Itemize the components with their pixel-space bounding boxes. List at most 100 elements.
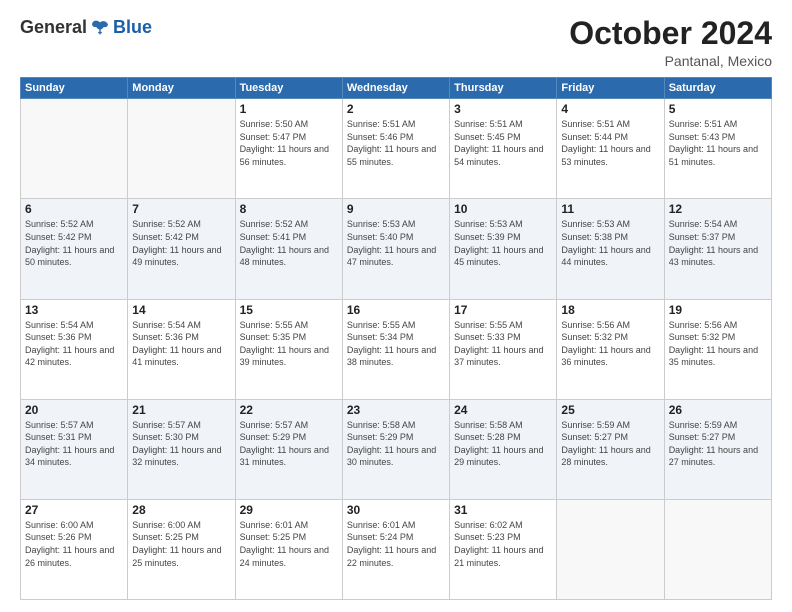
calendar-cell: 13 Sunrise: 5:54 AM Sunset: 5:36 PM Dayli… [21,299,128,399]
logo-bird-icon [89,16,111,38]
day-number: 7 [132,202,230,216]
day-number: 1 [240,102,338,116]
day-info: Sunrise: 5:52 AM Sunset: 5:42 PM Dayligh… [132,218,230,268]
day-info: Sunrise: 5:52 AM Sunset: 5:42 PM Dayligh… [25,218,123,268]
calendar-cell: 6 Sunrise: 5:52 AM Sunset: 5:42 PM Daylig… [21,199,128,299]
day-info: Sunrise: 5:51 AM Sunset: 5:46 PM Dayligh… [347,118,445,168]
day-number: 2 [347,102,445,116]
calendar-cell: 23Sunrise: 5:58 AM Sunset: 5:29 PM Dayli… [342,399,449,499]
day-info: Sunrise: 5:59 AM Sunset: 5:27 PM Dayligh… [561,419,659,469]
location: Pantanal, Mexico [569,53,772,69]
day-number: 6 [25,202,123,216]
calendar-cell: 9Sunrise: 5:53 AM Sunset: 5:40 PM Daylig… [342,199,449,299]
day-number: 8 [240,202,338,216]
calendar-cell: 12Sunrise: 5:54 AM Sunset: 5:37 PM Dayli… [664,199,771,299]
calendar-week-row: 6 Sunrise: 5:52 AM Sunset: 5:42 PM Daylig… [21,199,772,299]
logo-blue-text: Blue [113,17,152,38]
weekday-header-thursday: Thursday [450,78,557,99]
calendar-cell: 1 Sunrise: 5:50 AM Sunset: 5:47 PM Daylig… [235,99,342,199]
weekday-header-tuesday: Tuesday [235,78,342,99]
day-info: Sunrise: 5:51 AM Sunset: 5:43 PM Dayligh… [669,118,767,168]
day-info: Sunrise: 5:54 AM Sunset: 5:36 PM Dayligh… [25,319,123,369]
calendar-cell: 16 Sunrise: 5:55 AM Sunset: 5:34 PM Dayli… [342,299,449,399]
day-info: Sunrise: 5:58 AM Sunset: 5:28 PM Dayligh… [454,419,552,469]
calendar-cell: 7 Sunrise: 5:52 AM Sunset: 5:42 PM Daylig… [128,199,235,299]
title-section: October 2024 Pantanal, Mexico [569,16,772,69]
calendar-cell: 30 Sunrise: 6:01 AM Sunset: 5:24 PM Dayli… [342,499,449,599]
day-number: 26 [669,403,767,417]
calendar-cell: 31Sunrise: 6:02 AM Sunset: 5:23 PM Dayli… [450,499,557,599]
day-number: 15 [240,303,338,317]
day-info: Sunrise: 5:59 AM Sunset: 5:27 PM Dayligh… [669,419,767,469]
day-info: Sunrise: 5:57 AM Sunset: 5:29 PM Dayligh… [240,419,338,469]
day-number: 5 [669,102,767,116]
calendar-cell: 19 Sunrise: 5:56 AM Sunset: 5:32 PM Dayli… [664,299,771,399]
calendar-cell: 17Sunrise: 5:55 AM Sunset: 5:33 PM Dayli… [450,299,557,399]
calendar-cell: 21Sunrise: 5:57 AM Sunset: 5:30 PM Dayli… [128,399,235,499]
day-info: Sunrise: 5:56 AM Sunset: 5:32 PM Dayligh… [669,319,767,369]
day-number: 10 [454,202,552,216]
calendar-cell: 24 Sunrise: 5:58 AM Sunset: 5:28 PM Dayli… [450,399,557,499]
day-info: Sunrise: 6:00 AM Sunset: 5:25 PM Dayligh… [132,519,230,569]
day-number: 14 [132,303,230,317]
day-number: 20 [25,403,123,417]
day-number: 3 [454,102,552,116]
day-info: Sunrise: 5:54 AM Sunset: 5:36 PM Dayligh… [132,319,230,369]
weekday-header-monday: Monday [128,78,235,99]
day-info: Sunrise: 5:53 AM Sunset: 5:39 PM Dayligh… [454,218,552,268]
day-number: 12 [669,202,767,216]
logo: General Blue [20,16,152,38]
day-info: Sunrise: 5:56 AM Sunset: 5:32 PM Dayligh… [561,319,659,369]
day-number: 13 [25,303,123,317]
calendar-cell: 3Sunrise: 5:51 AM Sunset: 5:45 PM Daylig… [450,99,557,199]
day-info: Sunrise: 5:57 AM Sunset: 5:31 PM Dayligh… [25,419,123,469]
day-number: 27 [25,503,123,517]
day-info: Sunrise: 6:00 AM Sunset: 5:26 PM Dayligh… [25,519,123,569]
calendar-week-row: 27 Sunrise: 6:00 AM Sunset: 5:26 PM Dayli… [21,499,772,599]
logo-general-text: General [20,17,87,38]
day-number: 28 [132,503,230,517]
day-number: 4 [561,102,659,116]
day-info: Sunrise: 5:53 AM Sunset: 5:38 PM Dayligh… [561,218,659,268]
calendar-cell [557,499,664,599]
day-info: Sunrise: 6:02 AM Sunset: 5:23 PM Dayligh… [454,519,552,569]
calendar-cell [21,99,128,199]
day-info: Sunrise: 5:55 AM Sunset: 5:35 PM Dayligh… [240,319,338,369]
calendar-cell: 22 Sunrise: 5:57 AM Sunset: 5:29 PM Dayli… [235,399,342,499]
calendar-cell: 11 Sunrise: 5:53 AM Sunset: 5:38 PM Dayli… [557,199,664,299]
calendar-week-row: 20 Sunrise: 5:57 AM Sunset: 5:31 PM Dayli… [21,399,772,499]
calendar-cell: 29Sunrise: 6:01 AM Sunset: 5:25 PM Dayli… [235,499,342,599]
day-info: Sunrise: 5:50 AM Sunset: 5:47 PM Dayligh… [240,118,338,168]
day-info: Sunrise: 5:55 AM Sunset: 5:33 PM Dayligh… [454,319,552,369]
day-number: 24 [454,403,552,417]
day-info: Sunrise: 6:01 AM Sunset: 5:24 PM Dayligh… [347,519,445,569]
header: General Blue October 2024 Pantanal, Mexi… [20,16,772,69]
calendar-cell: 4Sunrise: 5:51 AM Sunset: 5:44 PM Daylig… [557,99,664,199]
day-number: 30 [347,503,445,517]
day-number: 25 [561,403,659,417]
month-title: October 2024 [569,16,772,51]
calendar-cell: 10 Sunrise: 5:53 AM Sunset: 5:39 PM Dayli… [450,199,557,299]
calendar-cell: 27 Sunrise: 6:00 AM Sunset: 5:26 PM Dayli… [21,499,128,599]
calendar-cell: 15 Sunrise: 5:55 AM Sunset: 5:35 PM Dayli… [235,299,342,399]
calendar-cell: 25 Sunrise: 5:59 AM Sunset: 5:27 PM Dayli… [557,399,664,499]
calendar-table: SundayMondayTuesdayWednesdayThursdayFrid… [20,77,772,600]
calendar-cell: 5 Sunrise: 5:51 AM Sunset: 5:43 PM Daylig… [664,99,771,199]
calendar-cell: 8Sunrise: 5:52 AM Sunset: 5:41 PM Daylig… [235,199,342,299]
calendar-week-row: 13 Sunrise: 5:54 AM Sunset: 5:36 PM Dayli… [21,299,772,399]
weekday-header-friday: Friday [557,78,664,99]
calendar-week-row: 1 Sunrise: 5:50 AM Sunset: 5:47 PM Daylig… [21,99,772,199]
day-number: 11 [561,202,659,216]
day-info: Sunrise: 5:55 AM Sunset: 5:34 PM Dayligh… [347,319,445,369]
calendar-cell [664,499,771,599]
calendar-cell: 14 Sunrise: 5:54 AM Sunset: 5:36 PM Dayli… [128,299,235,399]
calendar-cell: 2 Sunrise: 5:51 AM Sunset: 5:46 PM Daylig… [342,99,449,199]
day-number: 19 [669,303,767,317]
day-info: Sunrise: 5:57 AM Sunset: 5:30 PM Dayligh… [132,419,230,469]
weekday-header-saturday: Saturday [664,78,771,99]
weekday-header-wednesday: Wednesday [342,78,449,99]
calendar-cell: 20 Sunrise: 5:57 AM Sunset: 5:31 PM Dayli… [21,399,128,499]
day-number: 22 [240,403,338,417]
calendar-cell: 28 Sunrise: 6:00 AM Sunset: 5:25 PM Dayli… [128,499,235,599]
day-number: 16 [347,303,445,317]
